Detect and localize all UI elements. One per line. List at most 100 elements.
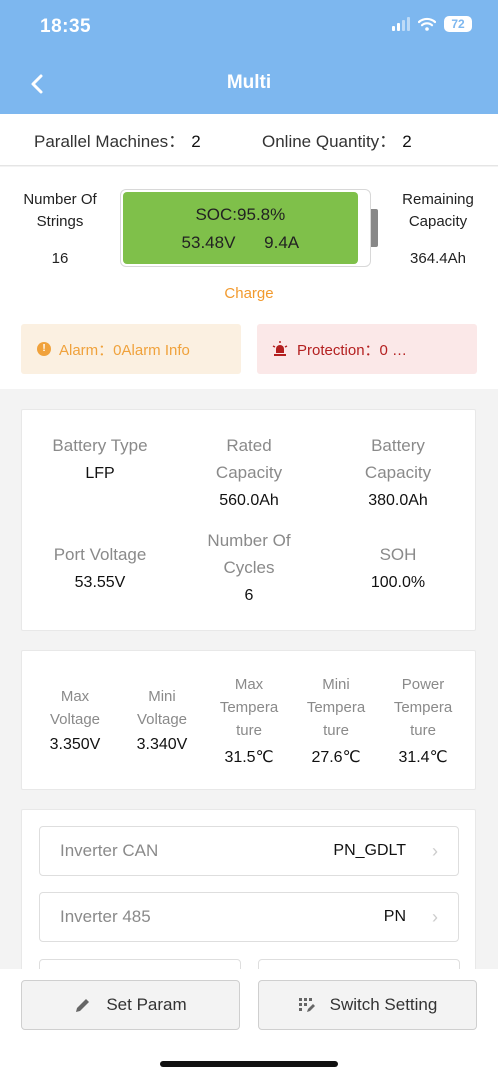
mini-voltage: Mini Voltage 3.340V	[119, 685, 205, 754]
inverter-485-label: Inverter 485	[60, 907, 151, 926]
power-temperature-label-3: ture	[410, 722, 436, 739]
mini-temperature-value: 27.6℃	[311, 749, 361, 766]
battery-capacity-label-1: Battery	[371, 436, 425, 455]
online-quantity: Online Quantity： 2	[262, 127, 412, 152]
max-voltage-label-1: Max	[60, 688, 90, 705]
battery-tip	[371, 209, 378, 247]
max-temperature-value: 31.5℃	[224, 749, 274, 766]
battery-capacity-value: 380.0Ah	[368, 492, 428, 509]
app-header: 18:35 72 Multi	[0, 0, 498, 114]
strings-label-line-2: Strings	[36, 213, 84, 230]
online-quantity-value: 2	[402, 132, 412, 151]
power-temperature-label-1: Power	[401, 676, 445, 693]
mini-temperature-label-2: Tempera	[306, 699, 366, 716]
max-temperature-label-2: Tempera	[219, 699, 279, 716]
soc-fill: SOC:95.8% 53.48V 9.4A	[123, 192, 358, 264]
max-temperature-label-1: Max	[234, 676, 264, 693]
chevron-right-icon: ›	[432, 906, 438, 927]
soh-value: 100.0%	[370, 574, 426, 591]
set-param-label: Set Param	[106, 995, 187, 1014]
parallel-machines-label: Parallel Machines：	[34, 132, 186, 151]
alarm-text: Alarm：0Alarm Info	[59, 341, 190, 359]
mini-temperature-label-3: ture	[323, 722, 349, 739]
max-temperature: Max Tempera ture 31.5℃	[206, 673, 292, 767]
pencil-icon	[76, 999, 90, 1012]
alarm-badge[interactable]: ! Alarm：0Alarm Info	[21, 324, 241, 374]
power-temperature-label-2: Tempera	[393, 699, 453, 716]
bottom-action-bar: Set Param Switch Setting	[0, 969, 498, 1078]
cellular-signal-icon	[392, 17, 410, 31]
status-time: 18:35	[40, 16, 92, 37]
battery-capacity: Battery Capacity 380.0Ah	[323, 432, 473, 510]
cycles-value: 6	[244, 587, 254, 604]
inverter-485-value: PN	[383, 908, 406, 925]
port-voltage: Port Voltage 53.55V	[25, 541, 175, 592]
summary-bar: Parallel Machines： 2 Online Quantity： 2	[0, 114, 498, 166]
battery-type: Battery Type LFP	[25, 432, 175, 483]
inverter-can-value: PN_GDLT	[333, 842, 406, 859]
rated-capacity-label-1: Rated	[226, 436, 272, 455]
protection-badge[interactable]: Protection：0 …	[257, 324, 477, 374]
max-voltage-value: 3.350V	[49, 736, 101, 753]
strings-label: Number Of Strings	[10, 189, 110, 233]
inverter-can-label: Inverter CAN	[60, 841, 159, 860]
power-temperature-value: 31.4℃	[398, 749, 448, 766]
soc-text: SOC:95.8%	[195, 205, 286, 224]
battery-status-icon: 72	[444, 16, 472, 32]
strings-value: 16	[51, 250, 69, 267]
soc-battery-gauge: SOC:95.8% 53.48V 9.4A	[120, 189, 371, 267]
rated-capacity-label-2: Capacity	[215, 463, 283, 482]
cycles-label-1: Number Of	[207, 531, 291, 550]
inverter-can-row[interactable]: Inverter CAN PN_GDLT ›	[39, 826, 459, 876]
pack-voltage: 53.48V	[181, 233, 236, 252]
parallel-machines: Parallel Machines： 2	[34, 127, 201, 152]
status-bar: 18:35 72	[0, 0, 498, 54]
wifi-icon	[418, 17, 436, 31]
online-quantity-label: Online Quantity：	[262, 132, 397, 151]
cell-stats-card: Max Voltage 3.350V Mini Voltage 3.340V M…	[21, 650, 476, 790]
power-temperature: Power Tempera ture 31.4℃	[380, 673, 466, 767]
switch-setting-button[interactable]: Switch Setting	[258, 980, 477, 1030]
parallel-machines-value: 2	[191, 132, 201, 151]
remaining-label-line-2: Capacity	[408, 213, 468, 230]
status-icons: 72	[392, 16, 472, 32]
mini-voltage-value: 3.340V	[136, 736, 188, 753]
pack-current: 9.4A	[264, 233, 300, 252]
number-of-cycles: Number Of Cycles 6	[174, 527, 324, 605]
set-param-button[interactable]: Set Param	[21, 980, 240, 1030]
soh-label: SOH	[379, 545, 417, 564]
charge-state: Charge	[224, 285, 274, 302]
strings-label-line-1: Number Of	[23, 191, 97, 208]
mini-temperature-label-1: Mini	[322, 676, 350, 693]
soc-card: Number Of Strings 16 SOC:95.8% 53.48V 9.…	[0, 167, 498, 389]
switch-settings-icon	[298, 998, 315, 1012]
soh: SOH 100.0%	[323, 541, 473, 592]
max-voltage-label-2: Voltage	[49, 711, 101, 728]
remaining-value: 364.4Ah	[410, 250, 466, 267]
settings-card: Inverter CAN PN_GDLT › Inverter 485 PN ›	[21, 809, 476, 989]
remaining-label: Remaining Capacity	[388, 189, 488, 233]
switch-setting-label: Switch Setting	[329, 995, 438, 1014]
battery-type-label: Battery Type	[52, 436, 148, 455]
port-voltage-value: 53.55V	[74, 574, 126, 591]
rated-capacity: Rated Capacity 560.0Ah	[174, 432, 324, 510]
battery-type-value: LFP	[85, 465, 115, 482]
mini-voltage-label-2: Voltage	[136, 711, 188, 728]
inverter-485-row[interactable]: Inverter 485 PN ›	[39, 892, 459, 942]
siren-icon	[272, 341, 288, 356]
chevron-right-icon: ›	[432, 840, 438, 861]
home-indicator[interactable]	[160, 1061, 338, 1067]
port-voltage-label: Port Voltage	[53, 545, 147, 564]
page-title: Multi	[226, 72, 272, 93]
max-voltage: Max Voltage 3.350V	[32, 685, 118, 754]
cycles-label-2: Cycles	[223, 558, 275, 577]
alert-icon: !	[37, 342, 51, 356]
rated-capacity-value: 560.0Ah	[219, 492, 279, 509]
battery-info-card: Battery Type LFP Rated Capacity 560.0Ah …	[21, 409, 476, 631]
remaining-label-line-1: Remaining	[402, 191, 474, 208]
max-temperature-label-3: ture	[236, 722, 262, 739]
mini-temperature: Mini Tempera ture 27.6℃	[293, 673, 379, 767]
mini-voltage-label-1: Mini	[148, 688, 176, 705]
battery-capacity-label-2: Capacity	[364, 463, 432, 482]
voltage-current: 53.48V 9.4A	[123, 225, 358, 253]
